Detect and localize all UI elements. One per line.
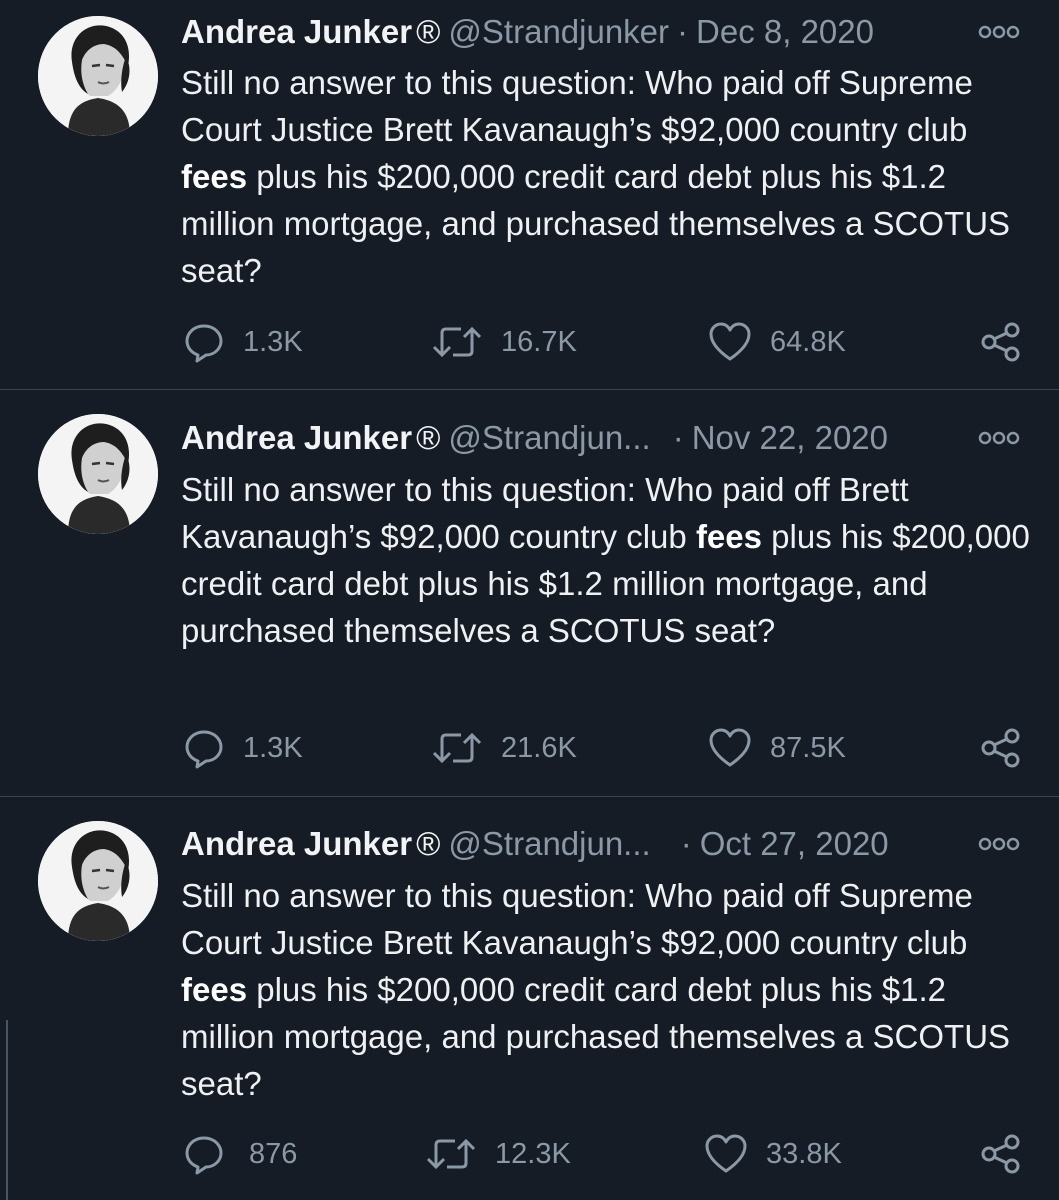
heart-icon (709, 728, 751, 767)
reply-button[interactable]: 1.3K (183, 726, 303, 770)
tweet-actions: 1.3K 16.7K 64.8K (0, 320, 1059, 364)
reply-icon (185, 324, 223, 363)
tweet-text: Still no answer to this question: Who pa… (181, 466, 1041, 654)
registered-mark: ® (416, 825, 441, 862)
retweet-button[interactable]: 12.3K (425, 1132, 571, 1176)
tweet-text: Still no answer to this question: Who pa… (181, 872, 1041, 1107)
author-name[interactable]: Andrea Junker (181, 419, 412, 456)
like-count: 33.8K (766, 1137, 842, 1170)
tweet-actions: 1.3K 21.6K 87.5K (0, 726, 1059, 770)
reply-button[interactable]: 1.3K (183, 320, 303, 364)
reply-count: 876 (249, 1137, 298, 1170)
retweet-count: 16.7K (501, 325, 577, 358)
author-name[interactable]: Andrea Junker (181, 825, 412, 862)
like-button[interactable]: 87.5K (708, 726, 846, 770)
like-button[interactable]: 33.8K (704, 1132, 842, 1176)
tweet-card[interactable]: Andrea Junker ® @Strandjun... · Nov 22, 2020… (0, 390, 1059, 796)
more-options-icon[interactable] (977, 834, 1021, 854)
tweet-header: Andrea Junker ® @Strandjun... · Nov 22, 2020 (181, 416, 888, 460)
tweet-card[interactable]: Andrea Junker ® @Strandjun... · Oct 27, 2020… (0, 797, 1059, 1200)
retweet-icon (432, 326, 482, 358)
tweet-card[interactable]: Andrea Junker ® @Strandjunker · Dec 8, 2020 … (0, 0, 1059, 389)
reply-button[interactable]: 876 (183, 1132, 297, 1176)
separator-dot: · (672, 419, 684, 456)
tweet-header: Andrea Junker ® @Strandjun... · Oct 27, 2020 (181, 822, 889, 866)
more-options-icon[interactable] (977, 428, 1021, 448)
retweet-count: 12.3K (495, 1137, 571, 1170)
tweet-text-part: plus his $200,000 credit card debt plus … (181, 971, 1011, 1102)
retweet-button[interactable]: 21.6K (431, 726, 577, 770)
scroll-edge-line (6, 1020, 8, 1200)
author-handle[interactable]: @Strandjun... (448, 825, 650, 862)
author-handle[interactable]: @Strandjun... (448, 419, 650, 456)
more-options-icon[interactable] (977, 22, 1021, 42)
tweet-date[interactable]: Oct 27, 2020 (700, 825, 889, 862)
reply-count: 1.3K (243, 325, 303, 358)
reply-icon (185, 1136, 223, 1175)
share-button[interactable] (979, 320, 1023, 364)
like-button[interactable]: 64.8K (708, 320, 846, 364)
tweet-text-part: plus his $200,000 credit card debt plus … (181, 158, 1011, 289)
share-icon (981, 1134, 1020, 1174)
separator-dot: · (680, 825, 692, 862)
separator-dot: · (677, 13, 689, 50)
tweet-text-bold: fees (181, 158, 248, 195)
registered-mark: ® (416, 13, 441, 50)
retweet-icon (432, 732, 482, 764)
avatar[interactable] (38, 414, 158, 534)
reply-count: 1.3K (243, 731, 303, 764)
retweet-button[interactable]: 16.7K (431, 320, 577, 364)
tweet-text-bold: fees (695, 518, 762, 555)
tweet-text-part: Still no answer to this question: Who pa… (181, 877, 973, 961)
tweet-date[interactable]: Dec 8, 2020 (696, 13, 874, 50)
tweet-text: Still no answer to this question: Who pa… (181, 59, 1041, 294)
reply-icon (185, 730, 223, 769)
author-name[interactable]: Andrea Junker (181, 13, 412, 50)
like-count: 64.8K (770, 325, 846, 358)
share-button[interactable] (979, 1132, 1023, 1176)
avatar[interactable] (38, 16, 158, 136)
like-count: 87.5K (770, 731, 846, 764)
heart-icon (705, 1134, 747, 1173)
share-icon (981, 728, 1020, 768)
tweet-header: Andrea Junker ® @Strandjunker · Dec 8, 2020 (181, 10, 874, 54)
tweet-date[interactable]: Nov 22, 2020 (692, 419, 888, 456)
tweet-actions: 876 12.3K 33.8K (0, 1132, 1059, 1176)
avatar[interactable] (38, 821, 158, 941)
retweet-icon (426, 1138, 476, 1170)
tweet-text-bold: fees (181, 971, 248, 1008)
author-handle[interactable]: @Strandjunker (448, 13, 669, 50)
heart-icon (709, 322, 751, 361)
share-icon (981, 322, 1020, 362)
share-button[interactable] (979, 726, 1023, 770)
registered-mark: ® (416, 419, 441, 456)
retweet-count: 21.6K (501, 731, 577, 764)
tweet-text-part: Still no answer to this question: Who pa… (181, 64, 973, 148)
